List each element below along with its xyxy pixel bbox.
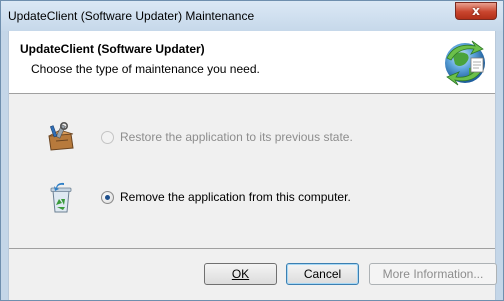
more-information-label: More Information... bbox=[382, 267, 484, 281]
close-icon: x bbox=[472, 4, 480, 18]
ok-label: OK bbox=[231, 267, 250, 281]
dialog-header: UpdateClient (Software Updater) Choose t… bbox=[9, 31, 495, 94]
cancel-button[interactable]: Cancel bbox=[286, 263, 359, 285]
option-remove[interactable]: Remove the application from this compute… bbox=[9, 181, 495, 215]
cancel-label: Cancel bbox=[303, 267, 342, 281]
installer-globe-icon bbox=[445, 40, 485, 86]
button-bar: OK Cancel More Information... bbox=[9, 249, 497, 300]
dialog-body: UpdateClient (Software Updater) Choose t… bbox=[8, 31, 497, 300]
option-restore[interactable]: Restore the application to its previous … bbox=[9, 121, 495, 155]
maintenance-window: UpdateClient (Software Updater) Maintena… bbox=[0, 0, 504, 301]
remove-label: Remove the application from this compute… bbox=[120, 190, 351, 204]
maintenance-options: Restore the application to its previous … bbox=[9, 94, 495, 249]
repair-toolbox-icon bbox=[48, 121, 74, 151]
title-bar[interactable]: UpdateClient (Software Updater) Maintena… bbox=[1, 1, 503, 31]
restore-label: Restore the application to its previous … bbox=[120, 130, 353, 144]
close-button[interactable]: x bbox=[455, 2, 497, 20]
window-title: UpdateClient (Software Updater) Maintena… bbox=[8, 9, 255, 23]
ok-button[interactable]: OK bbox=[204, 263, 277, 285]
header-subtitle: Choose the type of maintenance you need. bbox=[31, 62, 260, 76]
more-information-button[interactable]: More Information... bbox=[369, 263, 497, 285]
recycle-bin-icon bbox=[50, 182, 72, 213]
product-title: UpdateClient (Software Updater) bbox=[20, 42, 205, 56]
remove-radio[interactable] bbox=[101, 191, 114, 204]
restore-radio[interactable] bbox=[101, 131, 114, 144]
